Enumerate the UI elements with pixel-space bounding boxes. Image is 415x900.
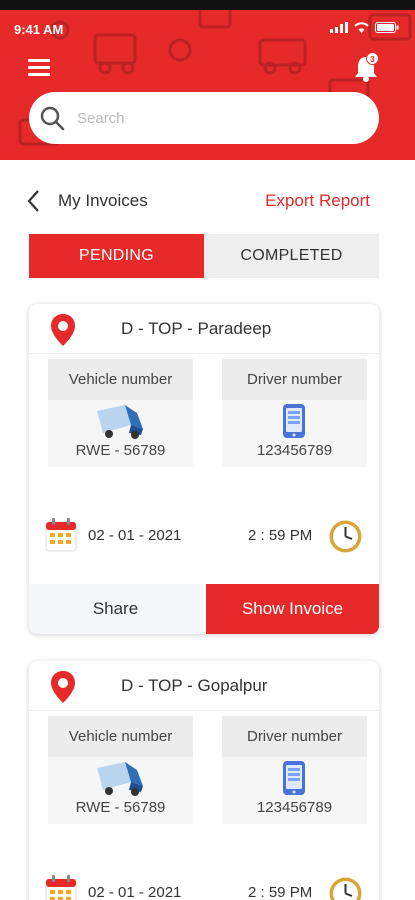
invoice-time: 2 : 59 PM: [248, 884, 313, 900]
truck-icon: [97, 405, 143, 439]
search-input[interactable]: [77, 109, 337, 127]
invoice-date: 02 - 01 - 2021: [88, 527, 182, 544]
signal-icon: [330, 22, 348, 33]
vehicle-label: Vehicle number: [48, 359, 193, 400]
location-row: D - TOP - Paradeep: [29, 304, 379, 354]
clock-icon: [329, 520, 362, 553]
invoice-tabs: PENDING COMPLETED: [29, 234, 379, 278]
invoice-time: 2 : 59 PM: [248, 527, 313, 544]
phone-icon: [283, 761, 305, 795]
hamburger-menu-icon[interactable]: [28, 58, 50, 76]
status-icons: [330, 22, 399, 33]
export-report-link[interactable]: Export Report: [265, 191, 370, 211]
vehicle-label: Vehicle number: [48, 716, 193, 757]
invoice-date: 02 - 01 - 2021: [88, 884, 182, 900]
driver-label: Driver number: [222, 359, 367, 400]
back-arrow-icon[interactable]: [26, 189, 40, 213]
truck-icon: [97, 762, 143, 796]
battery-icon: [375, 22, 399, 33]
app-header: 9:41 AM 3: [0, 10, 415, 160]
driver-info-box: Driver number 123456789: [222, 359, 367, 467]
driver-info-box: Driver number 123456789: [222, 716, 367, 824]
location-pin-icon: [51, 314, 75, 346]
notification-badge: 3: [366, 52, 379, 65]
card-actions: Share Show Invoice: [29, 584, 379, 634]
invoice-card: D - TOP - Paradeep Vehicle number RWE - …: [29, 304, 379, 634]
page-titlebar: My Invoices Export Report: [26, 186, 376, 216]
vehicle-info-box: Vehicle number RWE - 56789: [48, 716, 193, 824]
search-bar[interactable]: [29, 92, 379, 144]
invoice-card: D - TOP - Gopalpur Vehicle number RWE - …: [29, 661, 379, 900]
date-time-row: 02 - 01 - 2021 2 : 59 PM: [29, 516, 379, 556]
location-row: D - TOP - Gopalpur: [29, 661, 379, 711]
driver-number: 123456789: [256, 442, 333, 459]
vehicle-info-box: Vehicle number RWE - 56789: [48, 359, 193, 467]
driver-label: Driver number: [222, 716, 367, 757]
clock-icon: [329, 877, 362, 900]
device-top-bezel: [0, 0, 415, 10]
show-invoice-button[interactable]: Show Invoice: [206, 584, 379, 634]
driver-number: 123456789: [256, 799, 333, 816]
share-button[interactable]: Share: [29, 584, 202, 634]
calendar-icon: [45, 518, 77, 552]
vehicle-number: RWE - 56789: [75, 799, 166, 816]
vehicle-number: RWE - 56789: [75, 442, 166, 459]
phone-icon: [283, 404, 305, 438]
search-icon: [40, 106, 65, 131]
tab-pending[interactable]: PENDING: [29, 234, 204, 278]
location-text: D - TOP - Gopalpur: [121, 676, 268, 695]
wifi-icon: [354, 22, 369, 33]
calendar-icon: [45, 875, 77, 900]
status-time: 9:41 AM: [14, 22, 64, 37]
date-time-row: 02 - 01 - 2021 2 : 59 PM: [29, 873, 379, 900]
tab-completed[interactable]: COMPLETED: [204, 234, 379, 278]
location-pin-icon: [51, 671, 75, 703]
location-text: D - TOP - Paradeep: [121, 319, 272, 338]
page-title: My Invoices: [58, 191, 148, 210]
